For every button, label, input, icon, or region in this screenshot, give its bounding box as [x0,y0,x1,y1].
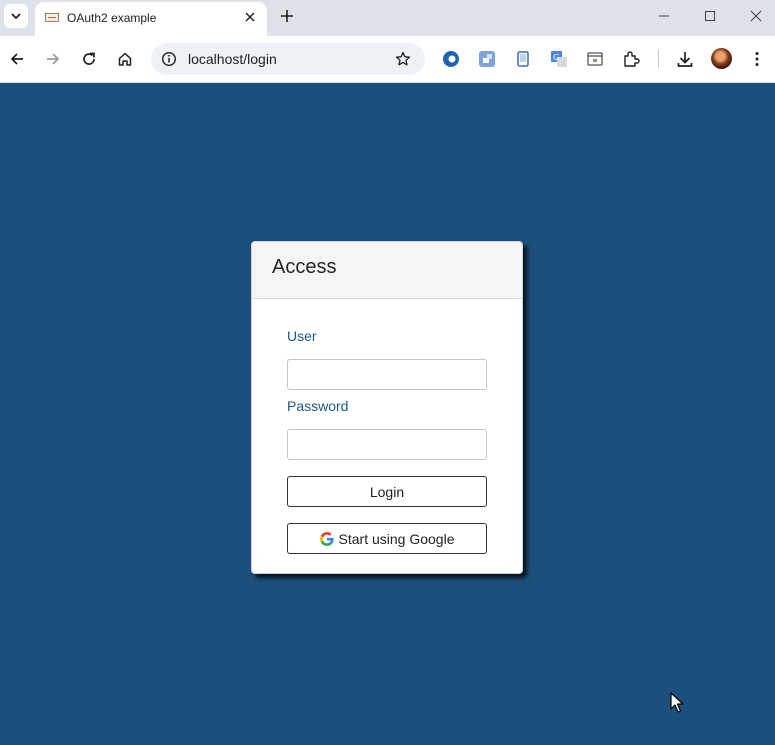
downloads-button[interactable] [675,49,695,69]
browser-toolbar: localhost/login G [0,36,775,83]
home-icon [118,52,132,66]
phone-icon [517,51,529,67]
page-title: Access [272,256,337,278]
login-card: Access User Password Login Start using G… [251,241,523,574]
google-icon [319,531,334,546]
extension-button-4[interactable]: G [549,49,569,69]
login-button[interactable]: Login [287,476,487,507]
address-bar[interactable]: localhost/login [151,43,425,75]
chevron-down-icon [11,13,21,20]
password-label: Password [287,398,349,414]
svg-text:G: G [553,53,559,62]
google-button-label: Start using Google [338,530,455,547]
puzzle-box-icon [479,51,495,67]
info-icon [161,51,177,67]
password-input[interactable] [287,429,487,460]
tab-strip: OAuth2 example [0,0,775,36]
close-tab-button[interactable] [241,8,259,26]
site-info-button[interactable] [159,49,179,69]
plus-icon [281,10,293,22]
star-icon [395,51,411,66]
page-viewport: Access User Password Login Start using G… [0,83,775,745]
user-label: User [287,328,317,344]
minimize-icon [659,15,669,17]
mouse-pointer-icon [670,692,684,713]
google-signin-button[interactable]: Start using Google [287,523,487,554]
arrow-right-icon [47,53,60,65]
extension-button-2[interactable] [477,49,497,69]
card-header: Access [252,242,522,299]
translate-icon: G [551,51,567,67]
browser-tab[interactable]: OAuth2 example [35,2,267,36]
maximize-icon [705,11,715,21]
calendar-window-icon [587,52,603,66]
maximize-button[interactable] [696,4,724,28]
tab-title: OAuth2 example [67,11,157,25]
reload-button[interactable] [76,46,102,72]
toolbar-separator [658,50,659,68]
user-input[interactable] [287,359,487,390]
kebab-menu-icon [755,52,759,66]
login-button-label: Login [369,483,405,500]
extension-button-1[interactable] [441,49,461,69]
extension-button-3[interactable] [513,49,533,69]
minimize-button[interactable] [650,4,678,28]
home-button[interactable] [112,46,138,72]
arrow-left-icon [10,53,23,65]
site-favicon-icon [45,13,59,22]
edge-extension-icon [443,51,459,67]
extension-button-5[interactable] [585,49,605,69]
extensions-button[interactable] [621,49,641,69]
bookmark-button[interactable] [393,49,413,69]
download-icon [677,52,693,67]
url-text[interactable]: localhost/login [188,51,277,67]
extensions-puzzle-icon [624,51,640,67]
forward-button[interactable] [40,46,66,72]
browser-menu-button[interactable] [747,49,767,69]
profile-avatar[interactable] [711,48,732,69]
close-window-button[interactable] [742,4,770,28]
new-tab-button[interactable] [276,5,298,27]
back-button[interactable] [4,46,30,72]
tab-list-button[interactable] [4,4,28,28]
close-icon [750,10,762,22]
close-icon [245,12,255,22]
reload-icon [83,52,95,65]
